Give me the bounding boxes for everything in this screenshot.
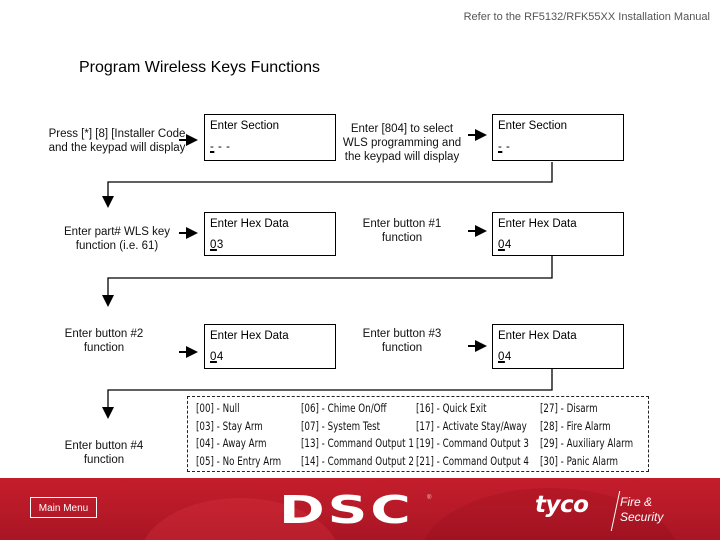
display-title: Enter Hex Data [210, 218, 289, 230]
display-value-rest: 3 [216, 239, 224, 251]
display-value: - - [498, 141, 510, 153]
function-code: [06] - Chime On/Off [301, 402, 387, 415]
main-menu-button[interactable]: Main Menu [30, 497, 97, 518]
display-value: 04 [210, 351, 224, 363]
keypad-display: Enter Hex Data 04 [204, 324, 336, 369]
display-value: - - - [210, 141, 230, 153]
display-value: 03 [210, 239, 224, 251]
step-instruction: Enter button #3 function [362, 328, 442, 354]
function-code: [28] - Fire Alarm [540, 419, 611, 433]
cursor-char: 0 [210, 351, 217, 363]
function-code-legend: [00] - Null [03] - Stay Arm [04] - Away … [187, 396, 649, 472]
function-code: [07] - System Test [301, 419, 381, 433]
keypad-display: Enter Section - - [492, 114, 624, 161]
function-code: [19] - Command Output 3 [416, 437, 529, 450]
cursor-char: 0 [498, 239, 505, 251]
display-value-rest: 4 [216, 351, 224, 363]
display-value: 04 [498, 239, 512, 251]
step-instruction: Enter button #1 function [362, 218, 442, 244]
step-instruction: Enter [804] to select WLS programming an… [342, 123, 462, 163]
function-code: [29] - Auxiliary Alarm [540, 437, 634, 450]
display-value-rest: 4 [504, 239, 512, 251]
legend-column: [00] - Null [03] - Stay Arm [04] - Away … [196, 400, 281, 470]
legend-column: [27] - Disarm [28] - Fire Alarm [29] - A… [540, 400, 633, 470]
tyco-logo: tyco [535, 492, 589, 518]
function-code: [21] - Command Output 4 [416, 454, 529, 468]
step-instruction: Enter button #4 function [64, 440, 144, 466]
connector-elbow [107, 255, 553, 302]
function-code: [27] - Disarm [540, 402, 598, 415]
function-code: [00] - Null [196, 402, 240, 415]
function-code: [03] - Stay Arm [196, 419, 263, 433]
function-code: [17] - Activate Stay/Away [416, 419, 527, 433]
cursor-char: 0 [498, 351, 505, 363]
tyco-tagline: Fire & Security [620, 495, 663, 525]
function-code: [30] - Panic Alarm [540, 454, 619, 468]
display-title: Enter Hex Data [210, 330, 289, 342]
step-instruction: Enter part# WLS key function (i.e. 61) [63, 226, 171, 252]
function-code: [05] - No Entry Arm [196, 454, 282, 468]
cursor-char: 0 [210, 239, 217, 251]
connector-elbow [107, 162, 553, 204]
display-value-rest: - [502, 141, 511, 153]
registered-mark: ® [427, 495, 432, 501]
display-value-rest: 4 [504, 351, 512, 363]
display-value: 04 [498, 351, 512, 363]
legend-column: [16] - Quick Exit [17] - Activate Stay/A… [416, 400, 529, 470]
display-title: Enter Hex Data [498, 218, 577, 230]
display-title: Enter Section [210, 120, 280, 132]
tagline-line2: Security [620, 510, 664, 524]
tagline-line1: Fire & [620, 495, 653, 509]
legend-column: [06] - Chime On/Off [07] - System Test [… [301, 400, 414, 470]
display-title: Enter Hex Data [498, 330, 577, 342]
keypad-display: Enter Hex Data 03 [204, 212, 336, 256]
keypad-display: Enter Hex Data 04 [492, 212, 624, 256]
keypad-display: Enter Hex Data 04 [492, 324, 624, 369]
step-instruction: Enter button #2 function [64, 328, 144, 354]
function-code: [04] - Away Arm [196, 437, 267, 450]
keypad-display: Enter Section - - - [204, 114, 336, 161]
function-code: [16] - Quick Exit [416, 402, 487, 415]
step-instruction: Press [*] [8] [Installer Code and the ke… [48, 128, 186, 154]
display-value-rest: - - [214, 141, 231, 153]
function-code: [13] - Command Output 1 [301, 437, 414, 450]
display-title: Enter Section [498, 120, 568, 132]
dsc-logo: DSC [279, 488, 414, 532]
function-code: [14] - Command Output 2 [301, 454, 414, 468]
